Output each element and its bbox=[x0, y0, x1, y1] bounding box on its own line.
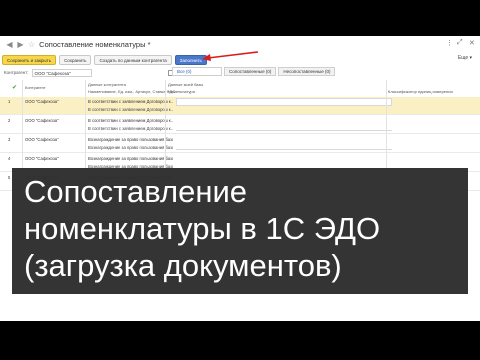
row-number: 3 bbox=[8, 137, 11, 142]
nomenclature-input[interactable] bbox=[176, 98, 392, 106]
row-line-2: В соответствии с заявлением Договором к.… bbox=[88, 107, 173, 112]
nomenclature-input[interactable] bbox=[176, 130, 392, 131]
table-row[interactable]: 2 ООО "Сафехоза" В соответствии с заявле… bbox=[0, 116, 480, 134]
create-by-data-button[interactable]: Создать по данным контрагента bbox=[94, 54, 172, 65]
more-actions-icon[interactable]: ⋮ bbox=[446, 39, 453, 47]
tab-matched[interactable]: Сопоставленные (0) bbox=[224, 67, 277, 76]
overlay-line-1: Сопоставление bbox=[24, 174, 248, 209]
counterparty-label: Контрагент: bbox=[4, 70, 29, 75]
column-header-counterparty-subcols[interactable]: Наименование, Ед. изм., Артикул, Ставка … bbox=[88, 89, 175, 94]
table-row[interactable]: 1 ООО "Сафехоза" В соответствии с заявле… bbox=[0, 97, 480, 115]
row-number: 1 bbox=[8, 99, 11, 104]
row-line-2: В соответствии с заявлением Договором к.… bbox=[88, 126, 173, 131]
red-pointer-arrow-icon bbox=[202, 51, 259, 61]
tab-unmatched[interactable]: Несопоставленные (0) bbox=[278, 67, 336, 76]
tab-all[interactable]: Все (0) bbox=[172, 67, 222, 76]
column-header-base-data[interactable]: Данные моей базы bbox=[168, 82, 203, 87]
column-header-counterparty[interactable]: Контрагент bbox=[25, 85, 46, 90]
overlay-line-2: номенклатуры в 1С ЭДО bbox=[24, 211, 381, 246]
row-number: 2 bbox=[8, 118, 11, 123]
save-close-button[interactable]: Сохранить и закрыть bbox=[2, 54, 57, 65]
column-header-nomenclature[interactable]: Номенклатура bbox=[168, 89, 195, 94]
table-row[interactable]: 3 ООО "Сафехоза" Вознаграждение за право… bbox=[0, 135, 480, 153]
forward-arrow-icon[interactable]: ▶ bbox=[17, 40, 24, 49]
favorite-star-icon[interactable]: ☆ bbox=[28, 40, 35, 49]
row-line-2: Вознаграждение за право пользования базо… bbox=[88, 145, 173, 150]
more-button[interactable]: Еще ▾ bbox=[458, 55, 472, 61]
row-number: 5 bbox=[8, 175, 11, 180]
expand-icon[interactable]: ⤢ bbox=[457, 39, 463, 47]
row-line-1: В соответствии с заявлением Договором к.… bbox=[88, 99, 173, 104]
counterparty-field[interactable]: ООО "Сафехоза" bbox=[31, 68, 92, 77]
row-counterparty: ООО "Сафехоза" bbox=[25, 118, 59, 123]
row-counterparty: ООО "Сафехоза" bbox=[25, 137, 59, 142]
column-header-counterparty-data[interactable]: Данные контрагента bbox=[88, 82, 126, 87]
nomenclature-input[interactable] bbox=[176, 149, 392, 150]
window-title: Сопоставление номенклатуры * bbox=[39, 40, 151, 49]
row-line-1: Вознаграждение за право пользования базо… bbox=[88, 137, 173, 142]
overlay-line-3: (загрузка документов) bbox=[24, 248, 342, 283]
row-counterparty: ООО "Сафехоза" bbox=[25, 156, 59, 161]
row-line-1: Вознаграждение за право пользования базо… bbox=[88, 156, 173, 161]
row-counterparty: ООО "Сафехоза" bbox=[25, 99, 59, 104]
close-icon[interactable]: ✕ bbox=[469, 39, 475, 47]
row-number: 4 bbox=[8, 156, 11, 161]
checkmark-icon: ✔ bbox=[12, 85, 18, 91]
letterbox-bottom bbox=[0, 321, 480, 360]
back-arrow-icon[interactable]: ◀ bbox=[6, 40, 13, 49]
save-button[interactable]: Сохранить bbox=[59, 54, 92, 65]
column-header-unit-classifier[interactable]: Классификатор единиц измерения bbox=[388, 89, 453, 94]
row-line-1: В соответствии с заявлением Договором к.… bbox=[88, 118, 173, 123]
title-overlay: Сопоставление номенклатуры в 1С ЭДО (заг… bbox=[12, 168, 468, 294]
records-tabs: Все (0) Сопоставленные (0) Несопоставлен… bbox=[172, 67, 337, 76]
